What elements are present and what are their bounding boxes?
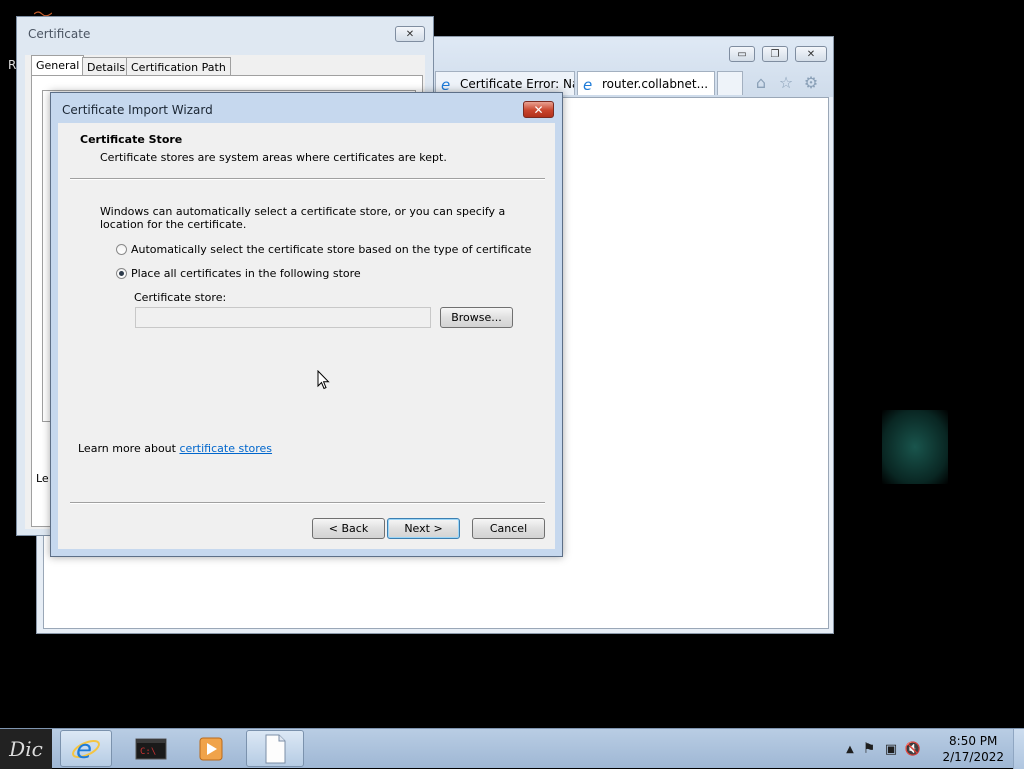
tab-general[interactable]: General bbox=[31, 55, 85, 77]
system-tray: ▲ ⚑ ▣ 🔇 bbox=[842, 729, 924, 769]
radio-label: Place all certificates in the following … bbox=[131, 267, 361, 280]
svg-text:C:\: C:\ bbox=[140, 747, 156, 757]
blank-document-icon bbox=[265, 734, 286, 763]
footer-separator bbox=[70, 502, 545, 504]
radio-button[interactable] bbox=[116, 244, 127, 255]
home-icon[interactable]: ⌂ bbox=[751, 72, 771, 92]
wizard-header-subtitle: Certificate stores are system areas wher… bbox=[100, 151, 447, 164]
import-wizard-dialog: Certificate Import Wizard ✕ Certificate … bbox=[50, 92, 563, 557]
browse-button[interactable]: Browse... bbox=[440, 307, 513, 328]
show-hidden-icons-icon[interactable]: ▲ bbox=[842, 744, 858, 755]
show-desktop-button[interactable] bbox=[1013, 729, 1024, 769]
tab-details[interactable]: Details bbox=[82, 57, 131, 77]
svg-text:e: e bbox=[76, 735, 92, 764]
header-separator bbox=[70, 178, 545, 180]
radio-button[interactable] bbox=[116, 268, 127, 279]
start-button[interactable]: Dic bbox=[0, 729, 52, 769]
taskbar-internet-explorer[interactable]: e bbox=[60, 730, 112, 767]
wizard-header-title: Certificate Store bbox=[80, 133, 183, 146]
taskbar-document[interactable] bbox=[246, 730, 304, 767]
tab-router[interactable]: e router.collabnet... ✕ bbox=[577, 71, 715, 95]
wizard-client-area: Certificate Store Certificate stores are… bbox=[58, 123, 555, 549]
back-button[interactable]: < Back bbox=[312, 518, 385, 539]
tab-close-icon[interactable]: ✕ bbox=[708, 76, 714, 91]
browser-close-button[interactable]: ✕ bbox=[795, 46, 827, 62]
learn-more-text: Learn more about certificate stores bbox=[78, 442, 272, 455]
wizard-description: Windows can automatically select a certi… bbox=[100, 205, 506, 231]
radio-place-in-store[interactable]: Place all certificates in the following … bbox=[116, 267, 361, 280]
certificate-close-button[interactable]: ✕ bbox=[395, 26, 425, 42]
taskbar-media-player[interactable] bbox=[186, 730, 236, 767]
desktop-icon-fragment bbox=[33, 6, 53, 17]
wizard-title: Certificate Import Wizard bbox=[62, 103, 213, 117]
clock[interactable]: 8:50 PM 2/17/2022 bbox=[942, 733, 1004, 765]
favorites-star-icon[interactable]: ☆ bbox=[776, 72, 796, 92]
internet-explorer-icon: e bbox=[72, 735, 100, 764]
tab-certification-path[interactable]: Certification Path bbox=[126, 57, 231, 77]
radio-auto-select[interactable]: Automatically select the certificate sto… bbox=[116, 243, 531, 256]
mouse-cursor-icon bbox=[317, 369, 331, 393]
action-center-flag-icon[interactable]: ⚑ bbox=[858, 741, 880, 757]
media-player-icon bbox=[199, 737, 223, 760]
certificate-learn-partial: Le bbox=[36, 472, 49, 485]
cancel-button[interactable]: Cancel bbox=[472, 518, 545, 539]
clock-date: 2/17/2022 bbox=[942, 750, 1004, 764]
radio-label: Automatically select the certificate sto… bbox=[131, 243, 532, 256]
ie-icon: e bbox=[441, 76, 450, 92]
tab-label: router.collabnet... bbox=[602, 76, 709, 91]
command-prompt-icon: C:\ bbox=[135, 738, 167, 759]
svg-text:e: e bbox=[441, 76, 450, 92]
new-tab-button[interactable] bbox=[717, 71, 743, 95]
clock-time: 8:50 PM bbox=[949, 734, 998, 748]
ie-icon: e bbox=[583, 76, 592, 92]
svg-text:e: e bbox=[583, 76, 592, 92]
network-icon[interactable]: ▣ bbox=[880, 742, 902, 757]
certificate-stores-link[interactable]: certificate stores bbox=[179, 442, 272, 455]
wizard-close-button[interactable]: ✕ bbox=[523, 101, 554, 118]
taskbar-command-prompt[interactable]: C:\ bbox=[126, 730, 176, 767]
next-button[interactable]: Next > bbox=[387, 518, 460, 539]
learn-more-prefix: Learn more about bbox=[78, 442, 180, 455]
tab-label: Certificate Error: Na... bbox=[460, 76, 574, 91]
browser-minimize-button[interactable]: ▭ bbox=[729, 46, 755, 62]
volume-muted-icon[interactable]: 🔇 bbox=[902, 742, 924, 757]
taskbar: Dic e C:\ ▲ ⚑ ▣ 🔇 8:50 PM 2/17/2022 bbox=[0, 728, 1024, 769]
certificate-dialog-title: Certificate bbox=[28, 27, 91, 41]
desktop-glow bbox=[882, 410, 948, 484]
browser-restore-button[interactable]: ❐ bbox=[762, 46, 788, 62]
tools-gear-icon[interactable]: ⚙ bbox=[801, 72, 821, 92]
start-logo: Dic bbox=[9, 737, 43, 761]
certificate-store-input[interactable] bbox=[135, 307, 431, 328]
certificate-store-label: Certificate store: bbox=[134, 291, 227, 304]
